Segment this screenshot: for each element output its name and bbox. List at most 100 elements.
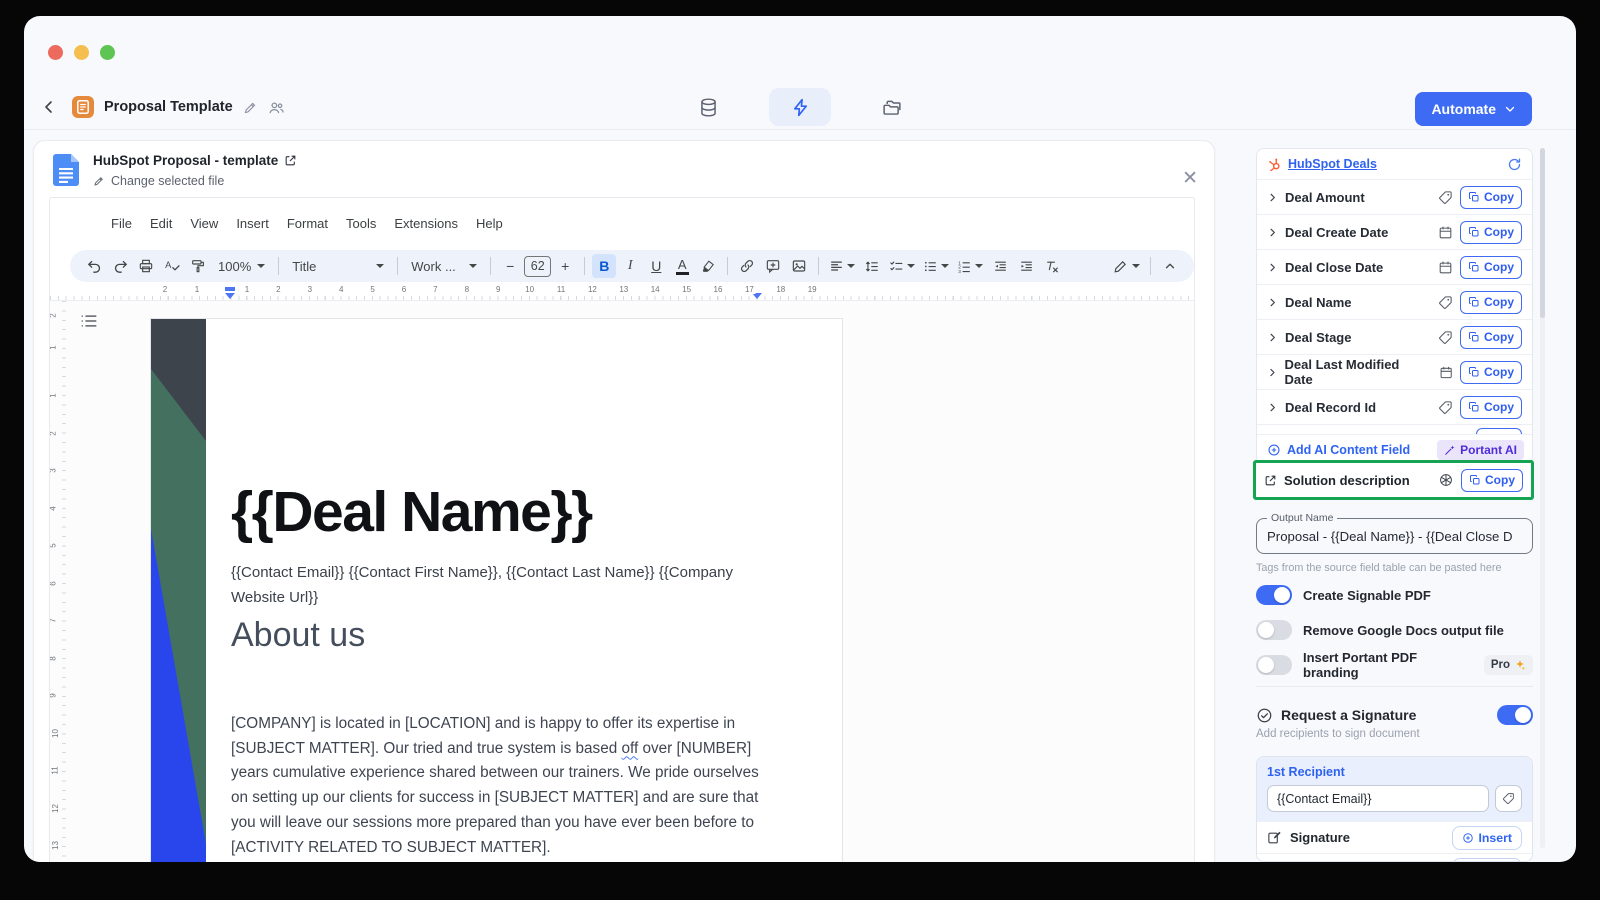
line-spacing-button[interactable] [860, 254, 884, 278]
copy-button[interactable]: Copy [1460, 291, 1522, 314]
increase-font-size-button[interactable]: + [553, 254, 577, 278]
spellcheck-button[interactable]: A [160, 254, 184, 278]
document-canvas[interactable]: 211234567891011121314 {{Deal Name}} {{Co… [50, 300, 1194, 862]
undo-button[interactable] [82, 254, 106, 278]
numbered-list-button[interactable]: 123 [954, 254, 986, 278]
zoom-select[interactable]: 100% [212, 254, 271, 278]
checklist-button[interactable] [886, 254, 918, 278]
tab-data-source[interactable] [677, 88, 739, 126]
menu-extensions[interactable]: Extensions [385, 216, 467, 231]
close-window-button[interactable] [48, 45, 63, 60]
output-name-input[interactable] [1257, 519, 1532, 553]
remove-google-docs-output-toggle[interactable] [1256, 620, 1292, 640]
copy-button[interactable]: Copy [1460, 186, 1522, 209]
underline-button[interactable]: U [644, 254, 668, 278]
chevron-right-icon[interactable] [1267, 262, 1278, 273]
editing-mode-button[interactable] [1110, 254, 1143, 278]
chevron-right-icon[interactable] [1267, 332, 1278, 343]
chevron-right-icon[interactable] [1267, 297, 1278, 308]
change-selected-file-link[interactable]: Change selected file [93, 174, 224, 188]
add-comment-button[interactable] [761, 254, 785, 278]
menu-help[interactable]: Help [467, 216, 512, 231]
close-icon[interactable]: ✕ [1182, 169, 1198, 188]
field-row-deal-amount[interactable]: Deal Amount Copy [1257, 179, 1532, 214]
chevron-right-icon[interactable] [1267, 227, 1278, 238]
automate-button[interactable]: Automate [1415, 92, 1532, 126]
left-indent-marker[interactable] [225, 293, 235, 299]
portant-ai-badge[interactable]: Portant AI [1437, 440, 1524, 460]
field-row-deal-stage[interactable]: Deal Stage Copy [1257, 319, 1532, 354]
redo-button[interactable] [108, 254, 132, 278]
back-button[interactable] [36, 94, 62, 120]
copy-button[interactable]: Copy [1460, 361, 1522, 384]
clear-formatting-button[interactable] [1040, 254, 1064, 278]
minimize-window-button[interactable] [74, 45, 89, 60]
align-button[interactable] [826, 254, 858, 278]
recipient-tag-button[interactable] [1495, 785, 1522, 812]
field-row-deal-record-id[interactable]: Deal Record Id Copy [1257, 389, 1532, 424]
menu-edit[interactable]: Edit [141, 216, 181, 231]
source-title-link[interactable]: HubSpot Deals [1288, 157, 1377, 171]
share-team-icon[interactable] [268, 100, 285, 115]
copy-button-partial[interactable]: Copy [1476, 428, 1522, 434]
bold-button[interactable]: B [592, 254, 616, 278]
create-signable-pdf-toggle[interactable] [1256, 585, 1292, 605]
insert-portant-branding-toggle[interactable] [1256, 655, 1292, 675]
insert-signature-button[interactable]: Insert [1452, 826, 1523, 850]
field-row-deal-last-modified-date[interactable]: Deal Last Modified Date Copy [1257, 354, 1532, 389]
font-size-input[interactable]: 62 [524, 256, 551, 277]
paragraph-style-select[interactable]: Title [286, 254, 390, 278]
field-row-deal-create-date[interactable]: Deal Create Date Copy [1257, 214, 1532, 249]
chevron-right-icon[interactable] [1267, 367, 1278, 378]
copy-button[interactable]: Copy [1460, 221, 1522, 244]
tab-automation[interactable] [769, 88, 831, 126]
menu-file[interactable]: File [102, 216, 141, 231]
paint-format-button[interactable] [186, 254, 210, 278]
menu-insert[interactable]: Insert [227, 216, 278, 231]
print-button[interactable] [134, 254, 158, 278]
tab-outputs[interactable] [861, 88, 923, 126]
request-signature-toggle[interactable] [1497, 705, 1533, 725]
decrease-font-size-button[interactable]: − [498, 254, 522, 278]
decrease-indent-button[interactable] [988, 254, 1012, 278]
copy-button[interactable]: Copy [1460, 326, 1522, 349]
field-row-deal-close-date[interactable]: Deal Close Date Copy [1257, 249, 1532, 284]
sidebar-scrollbar-thumb[interactable] [1540, 148, 1545, 318]
chevron-right-icon[interactable] [1267, 402, 1278, 413]
copy-icon [1468, 226, 1480, 238]
ruler-number: 18 [774, 285, 787, 294]
edit-title-icon[interactable] [243, 100, 258, 115]
highlight-color-button[interactable] [696, 254, 720, 278]
copy-button-solution[interactable]: Copy [1461, 469, 1523, 492]
first-line-indent-marker[interactable] [225, 287, 235, 291]
insert-image-button[interactable] [787, 254, 811, 278]
menu-tools[interactable]: Tools [337, 216, 385, 231]
document-outline-icon[interactable] [80, 313, 98, 334]
bulleted-list-button[interactable] [920, 254, 952, 278]
field-label: Deal Name [1285, 295, 1351, 310]
document-page[interactable]: {{Deal Name}} {{Contact Email}} {{Contac… [150, 318, 843, 862]
vertical-ruler[interactable]: 211234567891011121314 [50, 301, 66, 862]
chevron-right-icon[interactable] [1267, 192, 1278, 203]
zoom-window-button[interactable] [100, 45, 115, 60]
source-fields-card: HubSpot Deals Deal Amount Copy Deal Crea… [1256, 148, 1533, 465]
horizontal-ruler[interactable]: 2112345678910111213141516171819 [50, 284, 1194, 300]
sidebar-divider [1256, 686, 1533, 687]
hide-menus-button[interactable] [1158, 254, 1182, 278]
external-link-icon[interactable] [1264, 474, 1277, 487]
add-ai-content-field-button[interactable]: Add AI Content Field [1287, 443, 1410, 457]
insert-link-button[interactable] [735, 254, 759, 278]
menu-format[interactable]: Format [278, 216, 337, 231]
italic-button[interactable]: I [618, 254, 642, 278]
copy-button[interactable]: Copy [1460, 256, 1522, 279]
external-link-icon[interactable] [284, 154, 297, 167]
insert-date-button[interactable]: Insert [1452, 858, 1523, 863]
copy-button[interactable]: Copy [1460, 396, 1522, 419]
font-select[interactable]: Work ... [405, 254, 483, 278]
refresh-icon[interactable] [1507, 157, 1522, 172]
recipient-email-input[interactable] [1267, 785, 1489, 812]
menu-view[interactable]: View [181, 216, 227, 231]
text-color-button[interactable]: A [670, 254, 694, 278]
field-row-deal-name[interactable]: Deal Name Copy [1257, 284, 1532, 319]
increase-indent-button[interactable] [1014, 254, 1038, 278]
